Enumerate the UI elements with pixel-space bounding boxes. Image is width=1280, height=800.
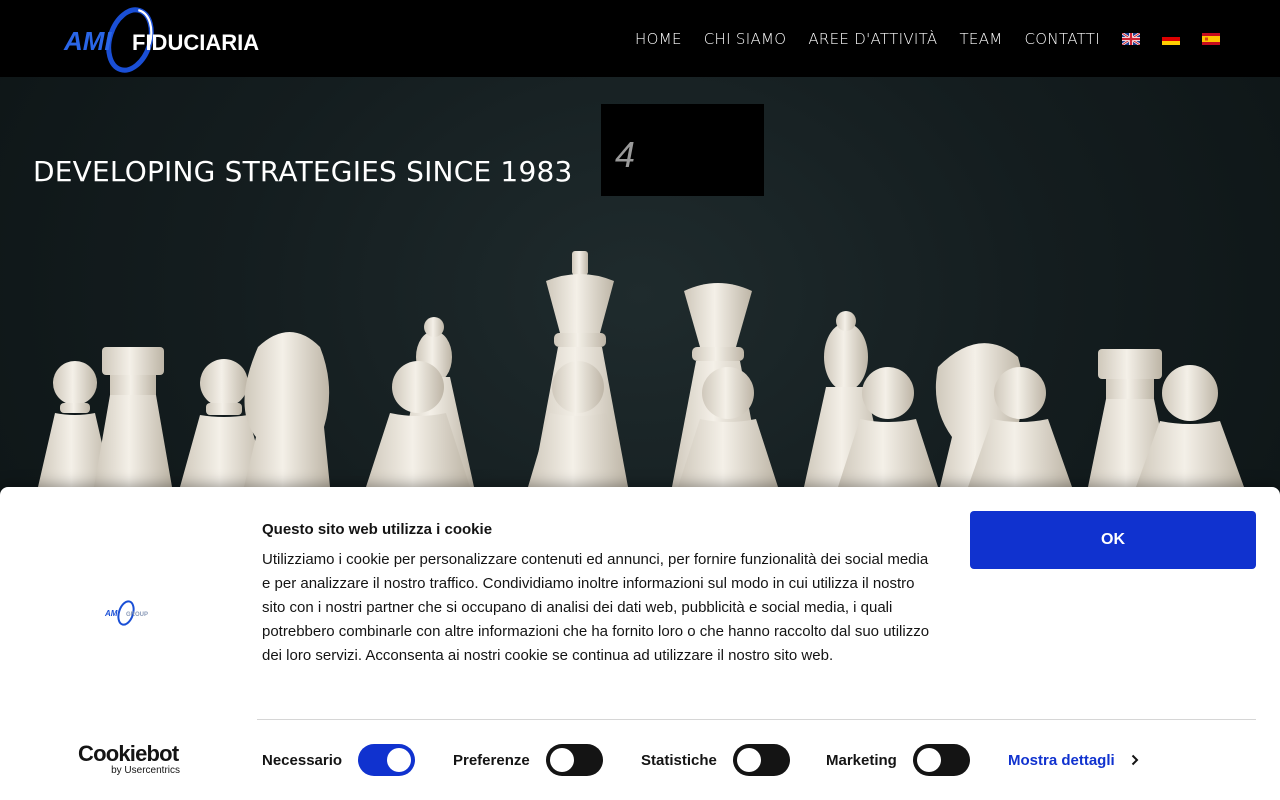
ok-button[interactable]: OK	[970, 511, 1256, 569]
ami-fiduciaria-logo[interactable]: AMI FIDUCIARIA	[62, 6, 282, 74]
site-header: AMI FIDUCIARIA HOME CHI SIAMO AREE D'ATT…	[0, 0, 1280, 77]
toggle-preferenze[interactable]	[545, 744, 603, 776]
nav-team[interactable]: TEAM	[959, 30, 1002, 48]
nav-contatti[interactable]: CONTATTI	[1025, 30, 1100, 48]
hero-counter-number: 4	[615, 134, 636, 175]
cookiebot-logo[interactable]: Cookiebot by Usercentrics	[78, 743, 182, 779]
toggle-knob	[387, 748, 412, 772]
svg-text:GROUP: GROUP	[126, 612, 148, 618]
show-details-label: Mostra dettagli	[1008, 751, 1115, 769]
divider	[257, 719, 1256, 720]
nav-aree-attivita[interactable]: AREE D'ATTIVITÀ	[808, 30, 937, 48]
nav-chi-siamo[interactable]: CHI SIAMO	[704, 30, 787, 48]
hero-title: DEVELOPING STRATEGIES SINCE 1983	[33, 155, 573, 188]
main-nav: HOME CHI SIAMO AREE D'ATTIVITÀ TEAM CONT…	[635, 0, 1220, 77]
consent-label: Marketing	[826, 751, 897, 769]
show-details-link[interactable]: Mostra dettagli	[1008, 743, 1139, 777]
chess-pieces-image	[38, 251, 1244, 487]
toggle-knob	[549, 748, 574, 772]
ami-group-logo: AMI GROUP	[104, 600, 148, 626]
svg-text:AMI: AMI	[63, 26, 112, 56]
flag-uk-icon[interactable]	[1122, 32, 1140, 45]
chevron-right-icon	[1131, 754, 1139, 766]
cookiebot-subtitle: by Usercentrics	[111, 765, 180, 776]
consent-label: Necessario	[262, 751, 343, 769]
svg-text:AMI: AMI	[104, 609, 120, 618]
toggle-knob	[736, 748, 761, 772]
language-switcher	[1122, 32, 1220, 45]
flag-de-icon[interactable]	[1162, 32, 1180, 45]
toggle-statistiche[interactable]	[732, 744, 790, 776]
consent-preferenze: Preferenze	[453, 743, 603, 777]
toggle-marketing[interactable]	[912, 744, 970, 776]
cookiebot-brand: Cookiebot	[78, 741, 179, 766]
consent-marketing: Marketing	[826, 743, 970, 777]
consent-statistiche: Statistiche	[641, 743, 790, 777]
consent-label: Preferenze	[453, 751, 530, 769]
cookie-consent-banner: AMI GROUP Questo sito web utilizza i coo…	[0, 487, 1280, 800]
cookie-description: Utilizziamo i cookie per personalizzare …	[262, 551, 930, 664]
toggle-knob	[916, 748, 941, 772]
flag-es-icon[interactable]	[1202, 32, 1220, 45]
hero-counter-box: 4	[601, 104, 764, 196]
consent-necessario: Necessario	[262, 743, 416, 777]
toggle-necessario[interactable]	[358, 744, 416, 776]
nav-home[interactable]: HOME	[635, 30, 682, 48]
cookie-title: Questo sito web utilizza i cookie	[262, 521, 493, 538]
svg-text:FIDUCIARIA: FIDUCIARIA	[132, 30, 259, 55]
consent-label: Statistiche	[641, 751, 717, 769]
